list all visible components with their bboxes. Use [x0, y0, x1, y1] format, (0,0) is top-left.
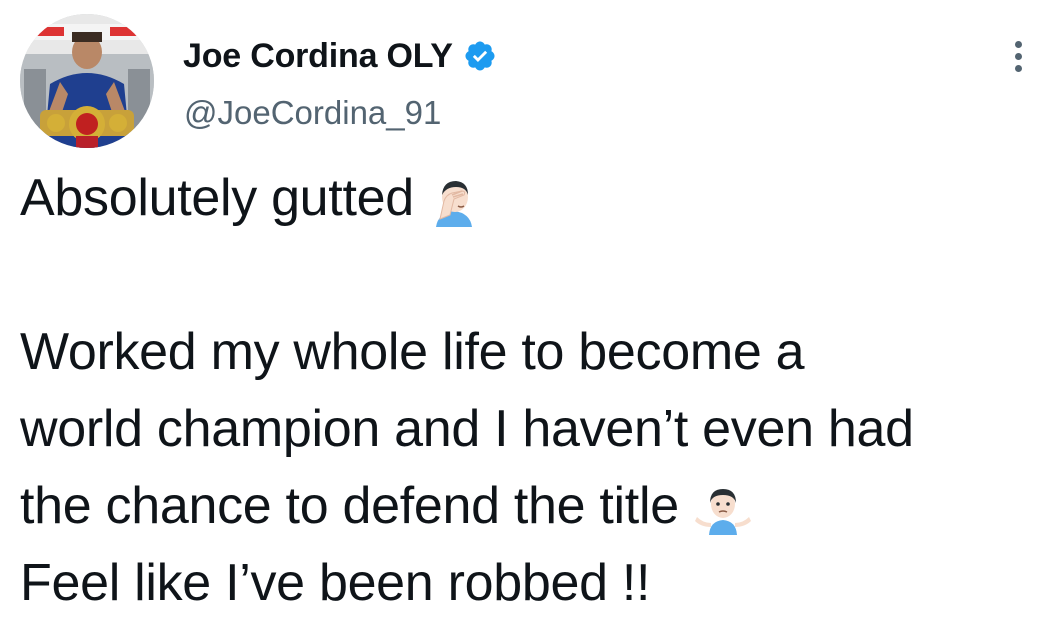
avatar[interactable] [20, 14, 154, 148]
tweet-line-1: Absolutely gutted [20, 160, 1050, 237]
tweet-line-3: world champion and I haven’t even had [20, 400, 914, 458]
more-dot [1014, 64, 1022, 72]
face-palm-emoji [428, 175, 480, 227]
tweet-text: the chance to defend the title [20, 477, 679, 535]
tweet-body: Absolutely gutted Worked my whole life t… [20, 160, 1050, 622]
author-display-name[interactable]: Joe Cordina OLY [183, 37, 453, 76]
tweet-card: Joe Cordina OLY @JoeCordina_91 Absolutel… [0, 0, 1059, 622]
verified-badge-icon [463, 39, 497, 73]
more-dot [1014, 40, 1022, 48]
tweet-line-5: Feel like I’ve been robbed !! [20, 554, 651, 612]
tweet-line-4: the chance to defend the title [20, 468, 1050, 545]
tweet-line-2: Worked my whole life to become a [20, 323, 805, 381]
author-name-row: Joe Cordina OLY [183, 34, 497, 78]
boxer-avatar-image [20, 14, 154, 148]
author-handle[interactable]: @JoeCordina_91 [184, 94, 441, 132]
person-shrugging-emoji [693, 483, 751, 535]
more-dot [1014, 52, 1022, 60]
more-options-icon[interactable] [1004, 34, 1032, 78]
tweet-text: Absolutely gutted [20, 169, 414, 227]
